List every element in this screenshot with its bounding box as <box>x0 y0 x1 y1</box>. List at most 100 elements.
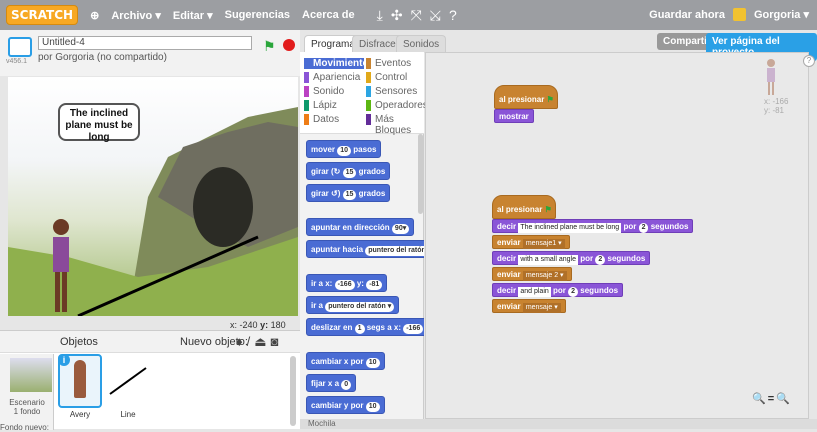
category-motion[interactable]: Movimiento <box>304 58 369 69</box>
sprite-tile-avery[interactable]: i <box>58 354 102 408</box>
zoom-in-icon[interactable]: 🔍 <box>776 393 792 405</box>
broadcast-msg-1[interactable]: mensaje1 ▾ <box>522 239 565 249</box>
help-icon[interactable]: ? <box>449 7 457 24</box>
glide-x[interactable]: -166 <box>403 324 424 334</box>
sprite-library-icon[interactable]: ♦ <box>236 334 243 350</box>
when-flag-hat-2[interactable]: al presionar ⚑ <box>492 195 556 219</box>
set-x-value[interactable]: 0 <box>341 380 352 390</box>
category-sensing[interactable]: Sensores <box>366 86 417 97</box>
user-avatar-icon <box>732 8 746 21</box>
menu-about[interactable]: Acerca de <box>302 9 355 21</box>
goto-mouse-label: ir a <box>311 301 324 310</box>
grow-icon[interactable]: ⤧ <box>411 7 422 24</box>
category-sound[interactable]: Sonido <box>304 86 344 97</box>
category-data[interactable]: Datos <box>304 114 339 125</box>
y-value: 180 <box>270 320 286 330</box>
stage-canvas[interactable] <box>8 77 298 316</box>
category-control[interactable]: Control <box>366 72 407 83</box>
delete-icon[interactable]: ✣ <box>391 7 403 24</box>
deg-label: grados <box>358 189 386 198</box>
paint-icon[interactable]: / <box>247 334 251 350</box>
block-broadcast-1[interactable]: enviar mensaje1 ▾ <box>492 235 570 249</box>
say-text-1[interactable]: The inclined plane must be long <box>518 223 622 233</box>
glide-secs-label: segs a x: <box>366 323 401 332</box>
green-flag-icon: ⚑ <box>544 205 552 214</box>
block-glide[interactable]: deslizar en 1 segs a x: -166 y: <box>306 318 424 336</box>
turn-left-label: girar ↺) <box>311 189 341 198</box>
category-more-blocks[interactable]: Más Bloques <box>366 114 424 136</box>
broadcast-msg-3[interactable]: mensaje ▾ <box>522 303 561 313</box>
goto-x[interactable]: -166 <box>334 280 355 290</box>
block-change-x[interactable]: cambiar x por 10 <box>306 352 385 370</box>
change-x-value[interactable]: 10 <box>365 358 380 368</box>
info-icon[interactable]: i <box>58 354 70 366</box>
user-menu[interactable]: Gorgoria ▾ <box>754 8 809 21</box>
tab-sounds[interactable]: Sonidos <box>396 35 447 53</box>
point-to-value[interactable]: puntero del ratón ▾ <box>365 246 424 256</box>
broadcast-msg-2[interactable]: mensaje 2 ▾ <box>522 271 567 281</box>
block-move[interactable]: mover 10 pasos <box>306 140 382 158</box>
change-y-value[interactable]: 10 <box>365 402 380 412</box>
block-show[interactable]: mostrar <box>494 109 534 123</box>
avery-sprite[interactable] <box>46 217 76 316</box>
say-secs-3[interactable]: 2 <box>568 287 579 297</box>
block-broadcast-3[interactable]: enviar mensaje ▾ <box>492 299 566 313</box>
goto-mouse-value[interactable]: puntero del ratón ▾ <box>325 302 395 312</box>
when-flag-hat-1[interactable]: al presionar ⚑ <box>494 85 558 109</box>
block-broadcast-2[interactable]: enviar mensaje 2 ▾ <box>492 267 572 281</box>
secs-label: segundos <box>607 254 646 263</box>
stage-thumbnail[interactable] <box>10 358 52 392</box>
category-events[interactable]: Eventos <box>366 58 411 69</box>
upload-icon[interactable]: ⏏ <box>254 334 266 350</box>
menu-tips[interactable]: Sugerencias <box>225 9 290 21</box>
help-icon[interactable]: ? <box>803 55 815 67</box>
say-secs-2[interactable]: 2 <box>595 255 606 265</box>
duplicate-icon[interactable]: ⤓ <box>377 7 383 24</box>
block-say-1[interactable]: decir The inclined plane must be long po… <box>492 219 694 233</box>
block-set-x[interactable]: fijar x a 0 <box>306 374 357 392</box>
say-text-3[interactable]: and plain <box>518 287 551 297</box>
green-flag-icon[interactable]: ⚑ <box>263 38 276 55</box>
say-text-2[interactable]: with a small angle <box>518 255 578 265</box>
block-change-y[interactable]: cambiar y por 10 <box>306 396 385 414</box>
block-point-towards[interactable]: apuntar hacia puntero del ratón ▾ <box>306 240 424 258</box>
turn-right-deg[interactable]: 15 <box>342 168 357 178</box>
block-turn-left[interactable]: girar ↺) 15 grados <box>306 184 391 202</box>
scripts-area[interactable]: x: -166 y: -81 al presionar ⚑ mostrar al… <box>425 52 809 419</box>
project-title-input[interactable]: Untitled-4 <box>38 36 252 50</box>
block-goto-xy[interactable]: ir a x: -166 y: -81 <box>306 274 388 292</box>
say-secs-1[interactable]: 2 <box>638 223 649 233</box>
menu-file[interactable]: Archivo ▾ <box>111 9 161 22</box>
block-turn-right[interactable]: girar (↻ 15 grados <box>306 162 391 180</box>
sprite-label-avery: Avery <box>69 410 91 419</box>
palette-blocks: mover 10 pasos girar (↻ 15 grados girar … <box>300 134 424 429</box>
camera-icon[interactable]: ◙ <box>271 334 279 350</box>
block-say-2[interactable]: decir with a small angle por 2 segundos <box>492 251 651 265</box>
globe-icon[interactable]: ⊕ <box>90 9 99 22</box>
sprite-tile-line[interactable] <box>106 354 150 408</box>
shrink-icon[interactable]: ⤩ <box>430 7 441 24</box>
move-steps[interactable]: 10 <box>337 146 352 156</box>
sprites-scrollbar[interactable] <box>290 356 296 426</box>
stop-icon[interactable] <box>283 39 295 51</box>
turn-left-deg[interactable]: 15 <box>342 190 357 200</box>
palette-scrollbar[interactable] <box>418 134 423 214</box>
block-goto-mouse[interactable]: ir a puntero del ratón ▾ <box>306 296 400 314</box>
goto-y[interactable]: -81 <box>366 280 383 290</box>
menu-edit[interactable]: Editar ▾ <box>173 9 213 22</box>
fullscreen-button[interactable] <box>8 37 32 57</box>
category-looks[interactable]: Apariencia <box>304 72 360 83</box>
scratch-logo[interactable]: SCRATCH <box>6 5 79 25</box>
stage-thumbnail-column[interactable]: Escenario 1 fondo <box>0 354 54 430</box>
category-pen[interactable]: Lápiz <box>304 100 337 111</box>
category-operators[interactable]: Operadores <box>366 100 428 111</box>
backpack-bar[interactable]: Mochila <box>300 419 817 429</box>
block-point-direction[interactable]: apuntar en dirección 90▾ <box>306 218 415 236</box>
zoom-controls: 🔍=🔍 <box>752 392 792 405</box>
point-dir-value[interactable]: 90▾ <box>391 224 410 234</box>
block-say-3[interactable]: decir and plain por 2 segundos <box>492 283 624 297</box>
zoom-out-icon[interactable]: 🔍 <box>752 393 768 405</box>
save-now-link[interactable]: Guardar ahora <box>649 9 725 21</box>
zoom-reset-icon[interactable]: = <box>768 393 776 405</box>
glide-secs[interactable]: 1 <box>354 324 365 334</box>
